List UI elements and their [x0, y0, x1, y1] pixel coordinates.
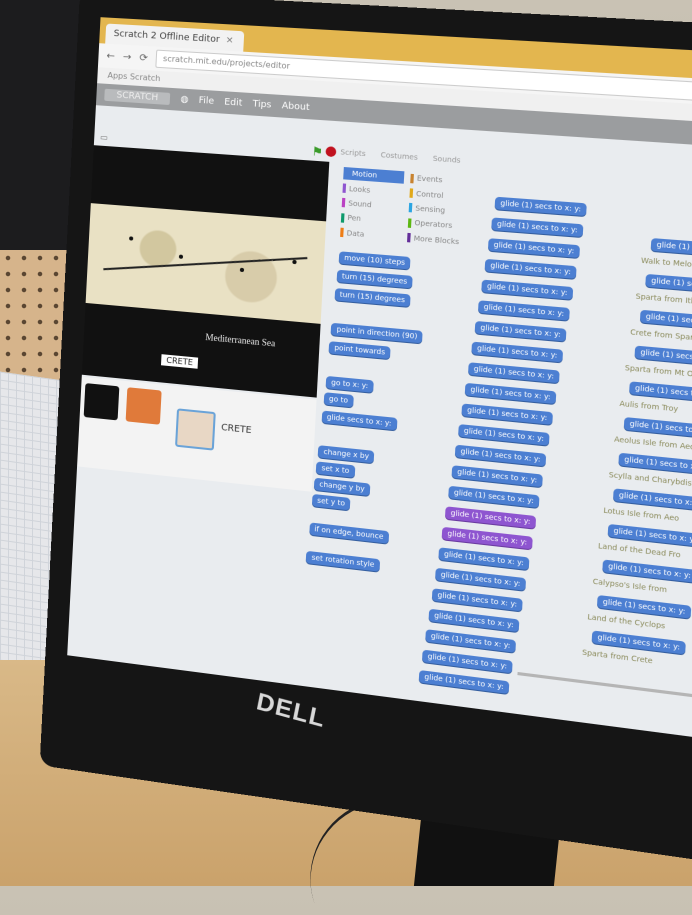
say-comment: Aeolus Isle from Aeol [613, 435, 692, 452]
menu-about[interactable]: About [281, 101, 309, 113]
map-dot [292, 259, 297, 265]
palette-block[interactable]: point towards [328, 341, 391, 360]
glide-block[interactable]: glide (1) secs to x: y: [650, 238, 692, 259]
presentation-icon[interactable]: ▭ [100, 132, 108, 142]
glide-block[interactable]: glide (1) secs to x: y: [629, 381, 692, 403]
glide-block[interactable]: glide (1) secs to x: y: [444, 506, 537, 529]
glide-block[interactable]: glide (1) secs to x: y: [491, 217, 584, 238]
horizontal-scrollbar[interactable] [517, 671, 692, 704]
forward-icon[interactable]: → [123, 51, 132, 63]
tab-scripts[interactable]: Scripts [340, 148, 366, 158]
glide-block[interactable]: glide (1) secs to x: y: [477, 300, 570, 321]
say-comment: Sparta from Crete [581, 648, 653, 666]
glide-block[interactable]: glide (1) secs to x: y: [461, 403, 554, 425]
screen: Scratch 2 Offline Editor × ← → ⟳ scratch… [67, 17, 692, 745]
glide-block[interactable]: glide (1) secs to x: y: [421, 649, 513, 674]
palette-block[interactable]: set rotation style [306, 550, 380, 572]
map-dot [239, 267, 245, 273]
glide-block[interactable]: glide (1) secs to x: y: [458, 424, 550, 446]
category-more-blocks[interactable]: More Blocks [406, 231, 469, 249]
menu-file[interactable]: File [198, 96, 214, 107]
palette-block[interactable]: change y by [313, 477, 371, 496]
block-categories: Motion Events Looks Control Sound Sensin… [340, 166, 472, 249]
globe-icon[interactable]: ◍ [180, 95, 189, 106]
say-comment: Walk to Melos [640, 256, 692, 270]
glide-block[interactable]: glide (1) secs to x: y: [438, 547, 530, 571]
say-comment: Land of the Cyclops [587, 612, 666, 631]
palette-block[interactable]: go to x: y: [325, 375, 374, 393]
scratch-logo[interactable]: SCRATCH [104, 88, 171, 106]
map-label: Mediterranean Sea [205, 331, 276, 349]
glide-block[interactable]: glide (1) secs to x: y: [474, 320, 567, 342]
sprite-label: CRETE [160, 354, 199, 369]
editor-tabs: Scripts Costumes Sounds [340, 148, 461, 165]
glide-block[interactable]: glide (1) secs to x: y: [418, 669, 510, 694]
say-comment: Crete from Sparta [630, 328, 692, 343]
monitor: DELL Scratch 2 Offline Editor × ← → ⟳ sc… [39, 0, 692, 867]
glide-block[interactable]: glide (1) secs to x: y: [441, 526, 533, 550]
close-icon[interactable]: × [225, 30, 234, 51]
sprite-name[interactable]: CRETE [221, 423, 252, 436]
glide-block[interactable]: glide (1) secs to x: y: [623, 417, 692, 439]
say-comment: Sparta from Ithaca [635, 292, 692, 307]
map-dot [178, 254, 184, 259]
palette-block[interactable]: change x by [318, 445, 375, 464]
map-dot [129, 236, 134, 241]
glide-block[interactable]: glide (1) secs to x: y: [431, 588, 523, 612]
glide-block[interactable]: glide (1) secs to x: y: [468, 362, 560, 384]
glide-block[interactable]: glide (1) secs to x: y: [454, 444, 547, 467]
palette-block[interactable]: set y to [311, 493, 351, 511]
stop-icon[interactable] [325, 146, 337, 158]
glide-block[interactable]: glide (1) secs to x: y: [634, 345, 692, 367]
say-comment: Sparta from Mt Olympus [624, 363, 692, 382]
reload-icon[interactable]: ⟳ [139, 52, 148, 64]
category-data[interactable]: Data [340, 226, 401, 244]
glide-block[interactable]: glide (1) secs to x: y: [451, 465, 543, 488]
monitor-brand: DELL [254, 688, 328, 734]
say-comment: Scylla and Charybdis [608, 470, 692, 488]
stage[interactable]: Mediterranean Sea CRETE [81, 145, 330, 398]
menu-tips[interactable]: Tips [252, 99, 271, 110]
back-icon[interactable]: ← [106, 50, 115, 62]
glide-block[interactable]: glide (1) secs to x: y: [639, 309, 692, 331]
glide-block[interactable]: glide (1) secs to x: y: [428, 608, 520, 633]
say-comment: Lotus Isle from Aeo [603, 506, 680, 523]
glide-block[interactable]: glide (1) secs to x: y: [481, 279, 574, 300]
say-comment: Land of the Dead Fro [597, 541, 681, 560]
glide-block[interactable]: glide (1) secs to x: y: [425, 629, 517, 653]
route-line [103, 257, 308, 271]
glide-block[interactable]: glide (1) secs to x: y: [645, 273, 692, 295]
palette-block[interactable]: point in direction (90) [330, 322, 424, 344]
glide-block[interactable]: glide (1) secs to x: y: [435, 567, 527, 591]
sprite-thumbnail[interactable] [125, 387, 162, 425]
stage-thumbnail[interactable] [83, 383, 120, 421]
palette-block[interactable]: go to [323, 392, 354, 408]
tab-costumes[interactable]: Costumes [380, 151, 418, 162]
glide-block[interactable]: glide (1) secs to x: y: [471, 341, 564, 363]
glide-block[interactable]: glide (1) secs to x: y: [618, 452, 692, 475]
palette-block[interactable]: glide secs to x: y: [321, 410, 398, 431]
palette-block[interactable]: turn (15) degrees [336, 269, 413, 289]
glide-block[interactable]: glide (1) secs to x: y: [448, 485, 540, 508]
glide-block[interactable]: glide (1) secs to x: y: [484, 258, 577, 279]
palette-block[interactable]: turn (15) degrees [334, 288, 411, 307]
menu-edit[interactable]: Edit [224, 97, 242, 108]
glide-block[interactable]: glide (1) secs to x: y: [612, 488, 692, 511]
sprite-thumbnail-selected[interactable] [175, 408, 216, 451]
say-comment: Calypso's Isle from [592, 577, 668, 595]
green-flag-icon[interactable]: ⚑ [311, 144, 323, 159]
say-comment: Aulis from Troy [619, 399, 679, 414]
palette-block[interactable]: set x to [315, 461, 355, 478]
map-backdrop [85, 203, 327, 324]
glide-block[interactable]: glide (1) secs to x: y: [464, 382, 557, 405]
palette-block[interactable]: move (10) steps [338, 251, 411, 270]
glide-block[interactable]: glide (1) secs to x: y: [494, 196, 587, 217]
glide-block[interactable]: glide (1) secs to x: y: [487, 238, 581, 258]
tab-sounds[interactable]: Sounds [433, 155, 461, 165]
palette-block[interactable]: if on edge, bounce [308, 522, 390, 544]
